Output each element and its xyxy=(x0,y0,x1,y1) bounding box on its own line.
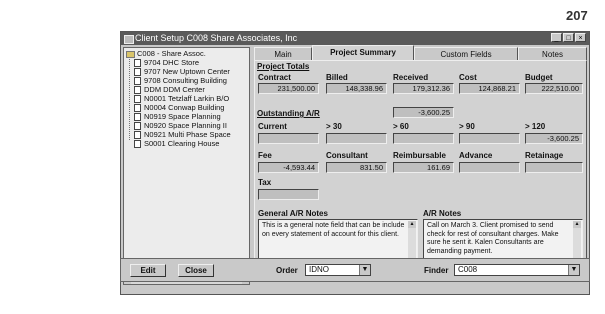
reimbursable-label: Reimbursable xyxy=(393,151,446,160)
current-field[interactable] xyxy=(258,133,319,144)
document-icon xyxy=(134,77,141,86)
tree-root[interactable]: C008 - Share Assoc. xyxy=(126,49,206,58)
tree-item[interactable]: N0001 Tetzlaff Larkin B/O xyxy=(134,94,230,104)
tree-root-label: C008 - Share Assoc. xyxy=(137,49,206,58)
over-60-field[interactable] xyxy=(393,133,454,144)
tree-item[interactable]: 9708 Consulting Building xyxy=(134,76,227,86)
tree-item-label: 9704 DHC Store xyxy=(144,58,200,67)
folder-icon xyxy=(126,50,135,58)
minimize-button[interactable]: _ xyxy=(551,33,562,42)
received-label: Received xyxy=(393,73,429,82)
close-window-button[interactable]: × xyxy=(575,33,586,42)
budget-field[interactable]: 222,510.00 xyxy=(525,83,583,94)
over-90-label: > 90 xyxy=(459,122,475,131)
over-90-field[interactable] xyxy=(459,133,520,144)
over-120-field[interactable]: -3,600.25 xyxy=(525,133,583,144)
tree-item[interactable]: 9704 DHC Store xyxy=(134,58,200,68)
scroll-up-arrow-icon[interactable]: ▴ xyxy=(408,221,416,228)
chevron-down-icon[interactable]: ▼ xyxy=(359,265,370,275)
current-label: Current xyxy=(258,122,287,131)
project-totals-heading: Project Totals xyxy=(257,62,310,71)
over-60-label: > 60 xyxy=(393,122,409,131)
over-120-label: > 120 xyxy=(525,122,546,131)
scroll-up-arrow-icon[interactable]: ▴ xyxy=(573,221,581,228)
ar-notes-label: A/R Notes xyxy=(423,209,462,218)
edit-button[interactable]: Edit xyxy=(130,264,166,277)
tree-item-label: S0001 Clearing House xyxy=(144,139,220,148)
tab-project-summary[interactable]: Project Summary xyxy=(312,45,414,61)
document-icon xyxy=(134,95,141,104)
outstanding-ar-total-field[interactable]: -3,600.25 xyxy=(393,107,454,118)
retainage-field[interactable] xyxy=(525,162,583,173)
tab-notes[interactable]: Notes xyxy=(518,47,587,60)
project-tree[interactable]: C008 - Share Assoc. 9704 DHC Store 9707 … xyxy=(123,47,250,275)
tree-item[interactable]: N0921 Multi Phase Space xyxy=(134,130,231,140)
fee-field[interactable]: -4,593.44 xyxy=(258,162,319,173)
cost-field[interactable]: 124,868.21 xyxy=(459,83,520,94)
tax-label: Tax xyxy=(258,178,272,187)
tree-item[interactable]: DDM DDM Center xyxy=(134,85,205,95)
tree-item[interactable]: 9707 New Uptown Center xyxy=(134,67,230,77)
reimbursable-field[interactable]: 161.69 xyxy=(393,162,454,173)
general-ar-notes-label: General A/R Notes xyxy=(258,209,328,218)
tree-item-label: N0001 Tetzlaff Larkin B/O xyxy=(144,94,230,103)
document-icon xyxy=(134,68,141,77)
consultant-label: Consultant xyxy=(326,151,368,160)
consultant-field[interactable]: 831.50 xyxy=(326,162,387,173)
tree-item-label: N0921 Multi Phase Space xyxy=(144,130,231,139)
document-icon xyxy=(134,113,141,122)
chevron-down-icon[interactable]: ▼ xyxy=(568,265,579,275)
advance-label: Advance xyxy=(459,151,493,160)
contract-field[interactable]: 231,500.00 xyxy=(258,83,319,94)
tree-item[interactable]: N0919 Space Planning xyxy=(134,112,221,122)
budget-label: Budget xyxy=(525,73,553,82)
retainage-label: Retainage xyxy=(525,151,564,160)
project-summary-panel: Project Totals Contract Billed Received … xyxy=(254,60,587,275)
maximize-button[interactable]: □ xyxy=(563,33,574,42)
tree-item-label: N0004 Conwap Building xyxy=(144,103,225,112)
cost-label: Cost xyxy=(459,73,477,82)
app-icon xyxy=(124,35,134,44)
tree-item-label: N0919 Space Planning xyxy=(144,112,221,121)
tree-item-label: 9707 New Uptown Center xyxy=(144,67,230,76)
title-bar: Client Setup C008 Share Associates, Inc … xyxy=(121,32,589,45)
tree-item-label: N0920 Space Planning II xyxy=(144,121,227,130)
window-title: Client Setup C008 Share Associates, Inc xyxy=(135,33,298,43)
document-icon xyxy=(134,140,141,149)
document-icon xyxy=(134,104,141,113)
outstanding-ar-heading: Outstanding A/R xyxy=(257,109,320,118)
finder-select[interactable]: C008 ▼ xyxy=(454,264,580,276)
document-icon xyxy=(134,131,141,140)
page-number: 207 xyxy=(566,8,588,23)
document-icon xyxy=(134,59,141,68)
document-icon xyxy=(134,86,141,95)
tab-custom-fields[interactable]: Custom Fields xyxy=(414,47,518,60)
tree-item-label: 9708 Consulting Building xyxy=(144,76,227,85)
order-select[interactable]: IDNO ▼ xyxy=(305,264,371,276)
tree-item[interactable]: S0001 Clearing House xyxy=(134,139,220,149)
tax-field[interactable] xyxy=(258,189,319,200)
advance-field[interactable] xyxy=(459,162,520,173)
finder-label: Finder xyxy=(424,266,449,275)
tab-main[interactable]: Main xyxy=(254,47,312,60)
general-ar-notes-text: This is a general note field that can be… xyxy=(262,222,405,238)
order-value: IDNO xyxy=(309,265,329,274)
contract-label: Contract xyxy=(258,73,291,82)
finder-value: C008 xyxy=(458,265,478,274)
order-label: Order xyxy=(276,266,298,275)
tree-item[interactable]: N0920 Space Planning II xyxy=(134,121,227,131)
fee-label: Fee xyxy=(258,151,272,160)
tree-item-label: DDM DDM Center xyxy=(144,85,205,94)
tree-item[interactable]: N0004 Conwap Building xyxy=(134,103,225,113)
document-icon xyxy=(134,122,141,131)
close-button[interactable]: Close xyxy=(178,264,214,277)
over-30-label: > 30 xyxy=(326,122,342,131)
billed-label: Billed xyxy=(326,73,348,82)
received-field[interactable]: 179,312.36 xyxy=(393,83,454,94)
client-setup-window: Client Setup C008 Share Associates, Inc … xyxy=(120,31,590,295)
billed-field[interactable]: 148,338.96 xyxy=(326,83,387,94)
ar-notes-text: Call on March 3. Client promised to send… xyxy=(427,222,559,255)
over-30-field[interactable] xyxy=(326,133,387,144)
